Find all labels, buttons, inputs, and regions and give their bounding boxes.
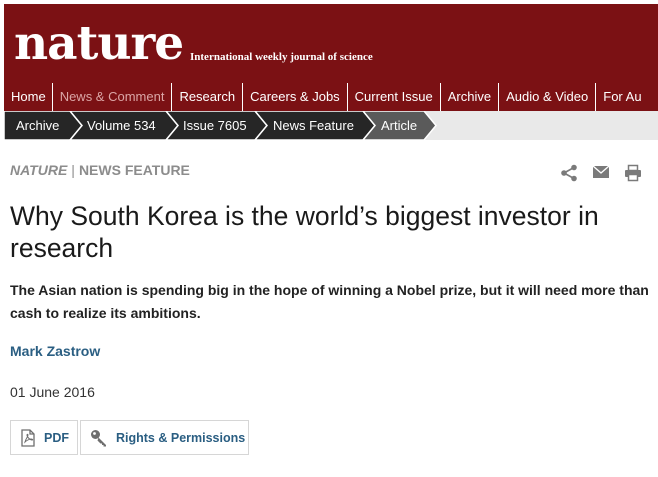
pdf-icon <box>21 428 35 447</box>
breadcrumb-item-volume[interactable]: Volume 534 <box>87 111 156 140</box>
masthead-tagline: International weekly journal of science <box>190 51 373 63</box>
rights-permissions-label: Rights & Permissions <box>116 430 246 445</box>
publish-date: 01 June 2016 <box>10 384 95 400</box>
masthead: nature International weekly journal of s… <box>4 4 658 111</box>
article-standfirst: The Asian nation is spending big in the … <box>10 282 649 321</box>
nav-item-careers-jobs[interactable]: Careers & Jobs <box>242 83 347 111</box>
key-icon <box>91 429 106 446</box>
share-icon[interactable] <box>560 164 578 182</box>
nav-item-archive[interactable]: Archive <box>439 83 498 111</box>
article-headline: Why South Korea is the world’s biggest i… <box>10 201 599 263</box>
main-nav: Home News & Comment Research Careers & J… <box>4 83 649 111</box>
section-label: NATURE | NEWS FEATURE <box>10 162 190 178</box>
author-link[interactable]: Mark Zastrow <box>10 343 100 359</box>
rights-permissions-button[interactable]: Rights & Permissions <box>80 420 249 455</box>
breadcrumb-item-archive[interactable]: Archive <box>16 111 59 140</box>
breadcrumb-item-issue[interactable]: Issue 7605 <box>183 111 247 140</box>
pdf-button[interactable]: PDF <box>10 420 78 455</box>
nature-logo[interactable]: nature <box>14 14 184 74</box>
nav-item-current-issue[interactable]: Current Issue <box>346 83 440 111</box>
mail-icon[interactable] <box>592 164 610 180</box>
nav-item-audio-video[interactable]: Audio & Video <box>498 83 595 111</box>
section-type[interactable]: NEWS FEATURE <box>79 162 190 178</box>
section-separator: | <box>71 162 75 178</box>
section-journal[interactable]: NATURE <box>10 162 67 178</box>
breadcrumb: Archive Volume 534 Issue 7605 News Featu… <box>4 111 658 140</box>
nav-item-news-comment[interactable]: News & Comment <box>51 83 172 111</box>
nav-item-for-authors[interactable]: For Au <box>595 83 648 111</box>
page-frame: nature International weekly journal of s… <box>4 4 658 477</box>
breadcrumb-item-article: Article <box>381 118 418 133</box>
nav-item-home[interactable]: Home <box>4 83 52 111</box>
print-icon[interactable] <box>624 164 642 182</box>
nav-item-research[interactable]: Research <box>171 83 242 111</box>
breadcrumb-item-news-feature[interactable]: News Feature <box>273 111 354 140</box>
pdf-label: PDF <box>44 430 69 445</box>
